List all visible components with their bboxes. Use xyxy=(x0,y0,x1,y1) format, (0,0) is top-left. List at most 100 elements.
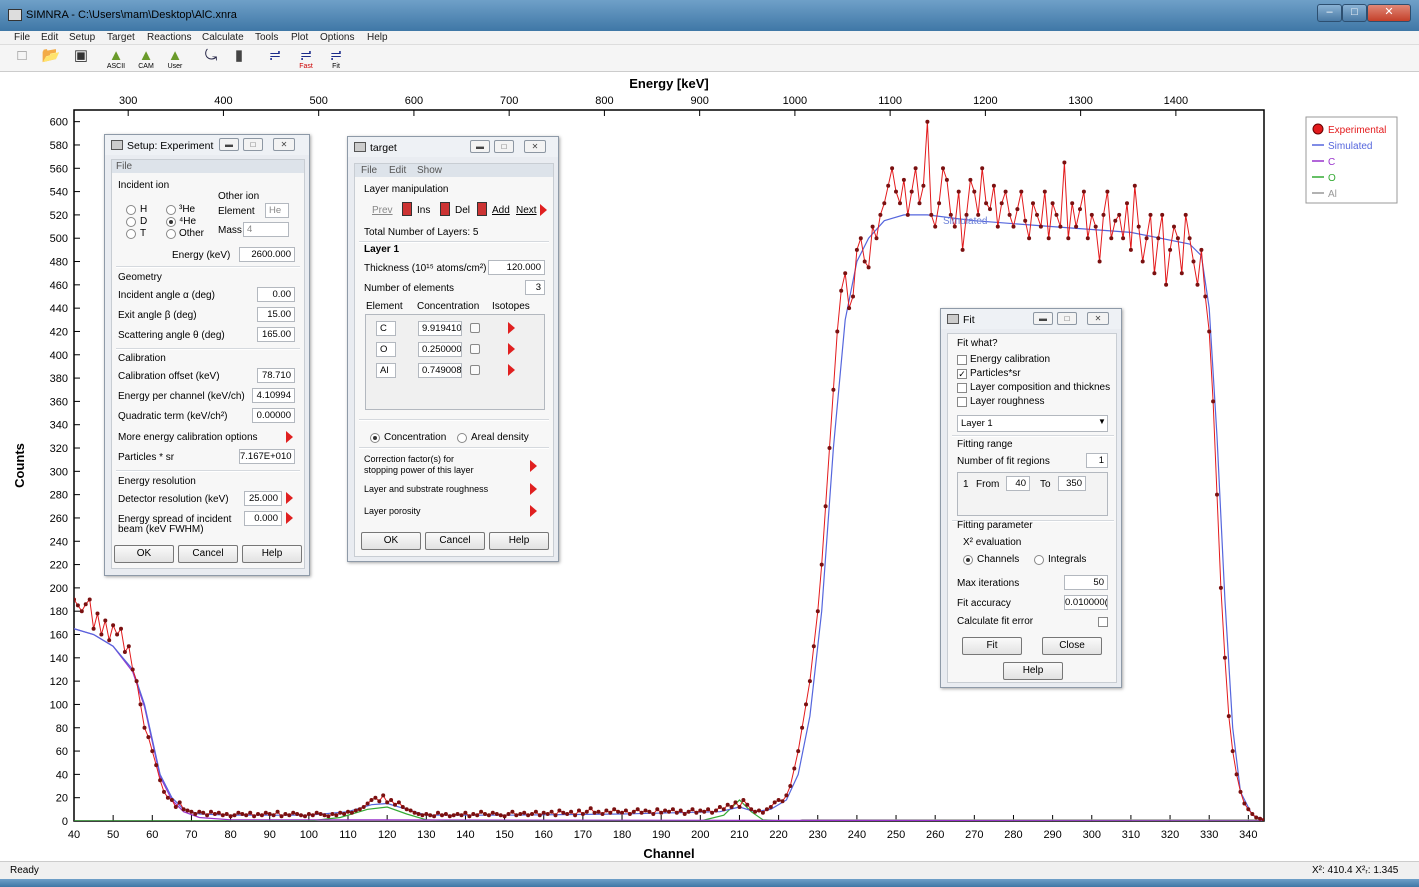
open-folder-icon[interactable]: 📂 xyxy=(40,48,62,70)
minimize-icon[interactable]: ▬ xyxy=(470,140,490,153)
delete-layer-button[interactable]: Del xyxy=(455,205,470,216)
cancel-button[interactable]: Cancel xyxy=(178,545,238,563)
energy-per-channel-field[interactable]: 4.10994 xyxy=(252,388,295,403)
element-name-field[interactable]: C xyxy=(376,321,396,336)
help-button[interactable]: Help xyxy=(1003,662,1063,680)
element-concentration-field[interactable]: 0.250000( xyxy=(418,342,462,357)
next-arrow-icon[interactable] xyxy=(540,204,547,216)
menu-file[interactable]: File xyxy=(361,164,377,177)
exit-angle-field[interactable]: 15.00 xyxy=(257,307,295,322)
isotopes-toggle[interactable] xyxy=(470,365,480,375)
fit-spectrum-icon[interactable]: ≓ Fit xyxy=(323,48,349,70)
calculate-spectrum-icon[interactable]: ≓ xyxy=(262,48,288,70)
close-icon[interactable]: ✕ xyxy=(524,140,546,153)
mass-select[interactable]: 4 xyxy=(243,222,289,237)
energy-field[interactable]: 2600.000 xyxy=(239,247,295,262)
menu-setup[interactable]: Setup xyxy=(69,31,95,44)
ion-h-radio[interactable] xyxy=(126,205,136,215)
detector-resolution-arrow-icon[interactable] xyxy=(286,492,293,504)
menu-reactions[interactable]: Reactions xyxy=(147,31,191,44)
calculate-fit-error-checkbox[interactable] xyxy=(1098,617,1108,627)
particles-sr-field[interactable]: 7.167E+010 xyxy=(239,449,295,464)
element-name-field[interactable]: O xyxy=(376,342,396,357)
calibration-offset-field[interactable]: 78.710 xyxy=(257,368,295,383)
ion-he3-radio[interactable] xyxy=(166,205,176,215)
menu-edit[interactable]: Edit xyxy=(389,164,406,177)
ok-button[interactable]: OK xyxy=(114,545,174,563)
maximize-icon[interactable]: □ xyxy=(494,140,514,153)
chevron-down-icon[interactable]: ▼ xyxy=(1098,417,1106,426)
thickness-field[interactable]: 120.000 xyxy=(488,260,545,275)
particles-sr-checkbox[interactable]: ✓ xyxy=(957,369,967,379)
scattering-angle-field[interactable]: 165.00 xyxy=(257,327,295,342)
menu-help[interactable]: Help xyxy=(367,31,388,44)
fit-button[interactable]: Fit xyxy=(962,637,1022,655)
isotopes-toggle[interactable] xyxy=(470,323,480,333)
save-disk-icon[interactable]: ▣ xyxy=(70,48,92,70)
close-window-button[interactable]: ✕ xyxy=(1367,4,1411,22)
minimize-button[interactable]: – xyxy=(1317,4,1342,22)
element-concentration-field[interactable]: 9.919410( xyxy=(418,321,462,336)
element-options-arrow-icon[interactable] xyxy=(508,364,515,376)
number-of-elements-field[interactable]: 3 xyxy=(525,280,545,295)
quadratic-term-field[interactable]: 0.00000 xyxy=(252,408,295,423)
ion-other-radio[interactable] xyxy=(166,229,176,239)
number-of-fit-regions-field[interactable]: 1 xyxy=(1086,453,1108,468)
element-field[interactable]: He xyxy=(265,203,289,218)
menu-show[interactable]: Show xyxy=(417,164,442,177)
import-ascii-button[interactable]: ▲ ASCII xyxy=(104,48,128,70)
menu-target[interactable]: Target xyxy=(107,31,135,44)
max-iterations-field[interactable]: 50 xyxy=(1064,575,1108,590)
minimize-icon[interactable]: ▬ xyxy=(1033,312,1053,325)
energy-spread-field[interactable]: 0.000 xyxy=(244,511,282,526)
new-file-icon[interactable]: □ xyxy=(12,48,32,70)
energy-spread-arrow-icon[interactable] xyxy=(286,512,293,524)
menu-edit[interactable]: Edit xyxy=(41,31,58,44)
concentration-radio[interactable] xyxy=(370,433,380,443)
layer-select[interactable]: Layer 1 xyxy=(957,415,1108,432)
areal-density-radio[interactable] xyxy=(457,433,467,443)
help-button[interactable]: Help xyxy=(489,532,549,550)
target-icon[interactable]: ▮ xyxy=(229,48,249,70)
incident-angle-field[interactable]: 0.00 xyxy=(257,287,295,302)
menu-file[interactable]: File xyxy=(112,160,304,173)
calculate-fast-icon[interactable]: ≓ Fast xyxy=(293,48,319,70)
roughness-arrow-icon[interactable] xyxy=(530,483,537,495)
detector-resolution-field[interactable]: 25.000 xyxy=(244,491,282,506)
element-name-field[interactable]: Al xyxy=(376,363,396,378)
ok-button[interactable]: OK xyxy=(361,532,421,550)
maximize-button[interactable]: □ xyxy=(1342,4,1367,22)
energy-calibration-icon[interactable]: ⤿ xyxy=(199,48,223,70)
energy-calibration-checkbox[interactable] xyxy=(957,355,967,365)
import-cam-button[interactable]: ▲ CAM xyxy=(134,48,158,70)
maximize-icon[interactable]: □ xyxy=(243,138,263,151)
from-field[interactable]: 40 xyxy=(1006,476,1030,491)
menu-plot[interactable]: Plot xyxy=(291,31,308,44)
insert-layer-button[interactable]: Ins xyxy=(417,205,430,216)
cancel-button[interactable]: Cancel xyxy=(425,532,485,550)
integrals-radio[interactable] xyxy=(1034,555,1044,565)
ion-he4-radio[interactable] xyxy=(166,217,176,227)
import-user-button[interactable]: ▲ User xyxy=(163,48,187,70)
menu-file[interactable]: File xyxy=(14,31,30,44)
menu-calculate[interactable]: Calculate xyxy=(202,31,244,44)
add-layer-button[interactable]: Add xyxy=(492,205,510,216)
menu-tools[interactable]: Tools xyxy=(255,31,278,44)
ion-t-radio[interactable] xyxy=(126,229,136,239)
close-button[interactable]: Close xyxy=(1042,637,1102,655)
correction-factor-arrow-icon[interactable] xyxy=(530,460,537,472)
element-concentration-field[interactable]: 0.749008: xyxy=(418,363,462,378)
element-options-arrow-icon[interactable] xyxy=(508,322,515,334)
close-icon[interactable]: ✕ xyxy=(273,138,295,151)
minimize-icon[interactable]: ▬ xyxy=(219,138,239,151)
help-button[interactable]: Help xyxy=(242,545,302,563)
next-layer-button[interactable]: Next xyxy=(516,205,537,216)
layer-roughness-checkbox[interactable] xyxy=(957,397,967,407)
prev-layer-button[interactable]: Prev xyxy=(372,205,393,216)
porosity-arrow-icon[interactable] xyxy=(530,505,537,517)
menu-options[interactable]: Options xyxy=(320,31,354,44)
layer-composition-checkbox[interactable] xyxy=(957,383,967,393)
maximize-icon[interactable]: □ xyxy=(1057,312,1077,325)
channels-radio[interactable] xyxy=(963,555,973,565)
more-calibration-options-arrow-icon[interactable] xyxy=(286,431,293,443)
